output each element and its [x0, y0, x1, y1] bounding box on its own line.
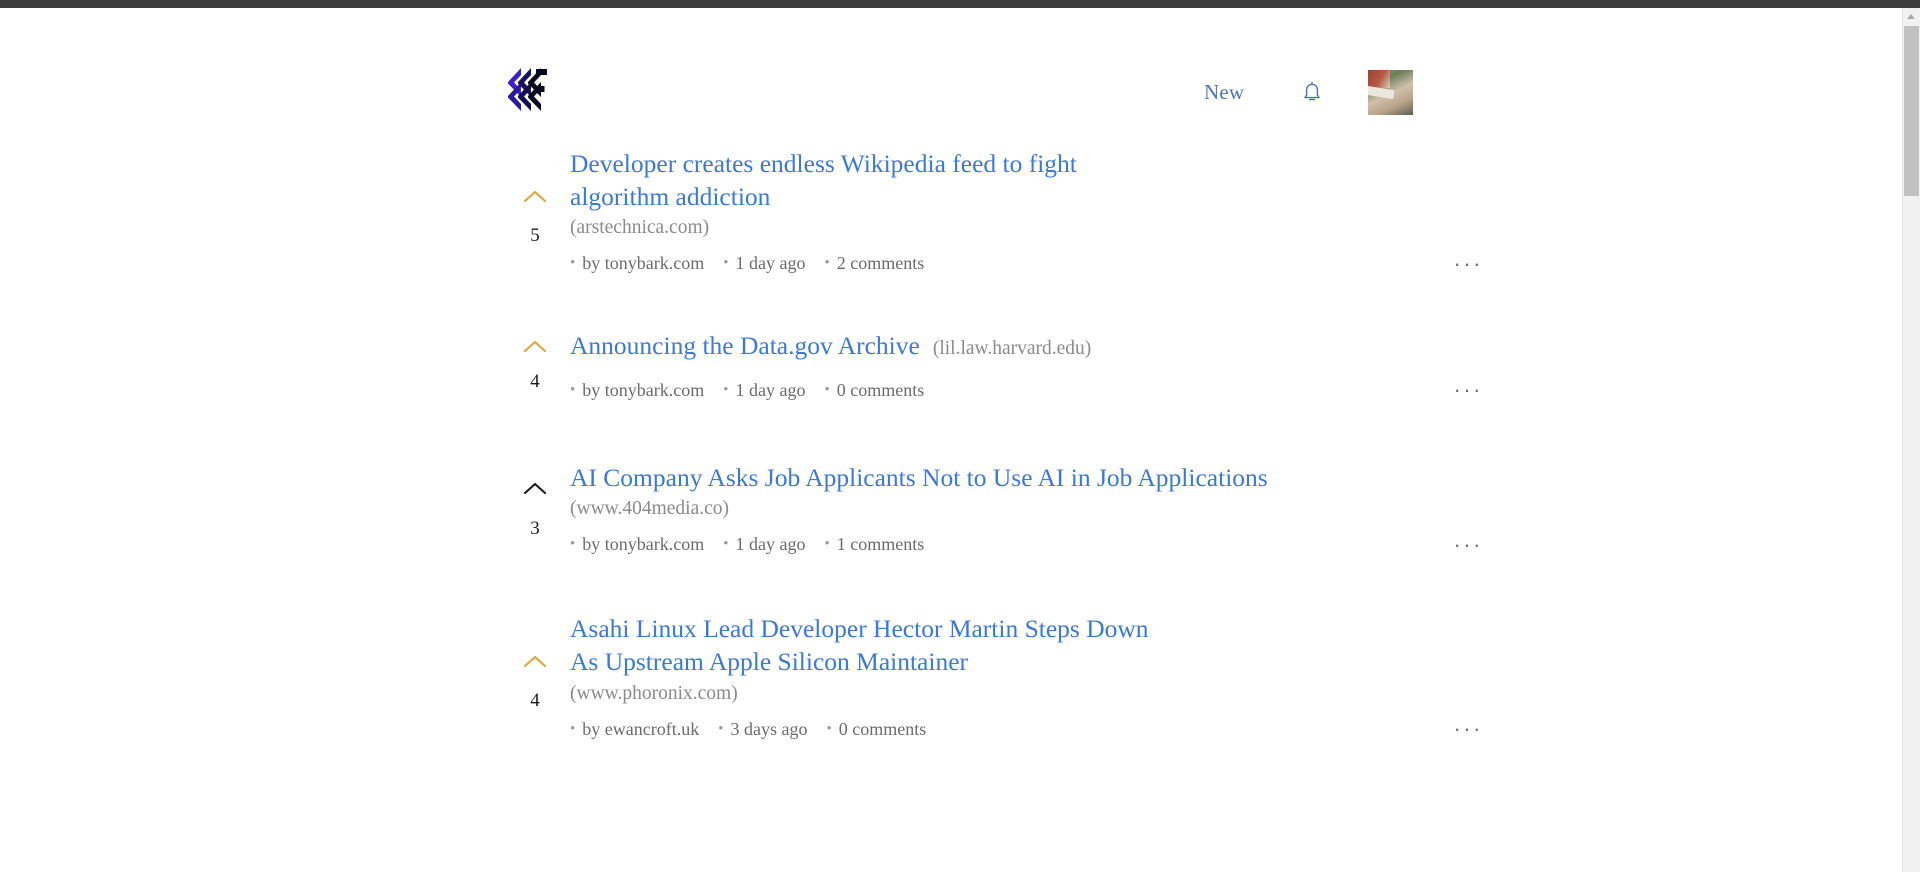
bullet-separator: •	[570, 720, 576, 737]
bullet-separator: •	[570, 381, 576, 398]
post-title-link[interactable]: AI Company Asks Job Applicants Not to Us…	[570, 463, 1268, 492]
scrollbar-up-arrow[interactable]	[1903, 8, 1920, 25]
post-meta: • by tonybark.com • 1 day ago • 1 commen…	[570, 533, 1863, 556]
post-age: 3 days ago	[730, 718, 808, 739]
flux-chevron-logo-icon	[508, 68, 547, 111]
bullet-separator: •	[570, 255, 576, 272]
bullet-separator: •	[718, 720, 724, 737]
post-author[interactable]: by ewancroft.uk	[582, 719, 699, 740]
post-comments-link[interactable]: 0 comments	[839, 719, 927, 740]
bullet-separator: •	[826, 720, 832, 737]
bullet-separator: •	[824, 255, 830, 272]
bullet-separator: •	[824, 536, 830, 553]
bullet-separator: •	[723, 536, 729, 553]
upvote-button[interactable]	[522, 653, 548, 669]
post-comments-link[interactable]: 0 comments	[837, 380, 925, 401]
post-title-link[interactable]: Announcing the Data.gov Archive	[570, 331, 920, 360]
vote-column: 3	[500, 462, 570, 538]
bell-icon	[1304, 81, 1321, 100]
upvote-button[interactable]	[522, 188, 548, 204]
post-body: Asahi Linux Lead Developer Hector Martin…	[570, 613, 1903, 739]
chevron-up-icon	[523, 190, 547, 202]
post-title-link[interactable]: Asahi Linux Lead Developer Hector Martin…	[570, 614, 1149, 676]
post-title-link[interactable]: Developer creates endless Wikipedia feed…	[570, 149, 1077, 211]
post-more-menu[interactable]: ···	[1454, 252, 1483, 275]
post-score: 4	[530, 690, 540, 712]
chevron-up-icon	[523, 340, 547, 352]
post-meta: • by ewancroft.uk • 3 days ago • 0 comme…	[570, 718, 1863, 740]
post-author[interactable]: by tonybark.com	[582, 253, 704, 274]
avatar[interactable]	[1368, 69, 1414, 115]
post-age: 1 day ago	[735, 379, 806, 400]
chevron-up-icon	[523, 655, 547, 667]
post-row: 3 AI Company Asks Job Applicants Not to …	[0, 462, 1903, 556]
post-score: 3	[530, 517, 540, 539]
post-title-line: Developer creates endless Wikipedia feed…	[570, 148, 1170, 241]
post-body: Announcing the Data.gov Archive (lil.law…	[570, 330, 1903, 401]
post-row: 5 Developer creates endless Wikipedia fe…	[0, 148, 1903, 274]
post-comments-link[interactable]: 2 comments	[837, 253, 925, 274]
site-logo[interactable]	[506, 65, 554, 117]
upvote-button[interactable]	[522, 481, 548, 497]
post-domain: (arstechnica.com)	[570, 217, 710, 239]
vote-column: 5	[500, 148, 570, 245]
post-title-line: Announcing the Data.gov Archive (lil.law…	[570, 330, 1863, 363]
post-title-line: Asahi Linux Lead Developer Hector Martin…	[570, 613, 1150, 706]
post-more-menu[interactable]: ···	[1454, 379, 1483, 401]
post-row: 4 Announcing the Data.gov Archive (lil.l…	[0, 330, 1903, 401]
bullet-separator: •	[723, 255, 729, 272]
bullet-separator: •	[824, 381, 830, 398]
page-viewport: New 5 Developer creates endless Wikipedi…	[0, 8, 1903, 872]
site-header: New	[0, 55, 1903, 125]
header-nav: New	[1180, 65, 1470, 119]
post-domain: (www.404media.co)	[570, 498, 730, 520]
post-author[interactable]: by tonybark.com	[582, 380, 704, 401]
vote-column: 4	[500, 613, 570, 710]
post-score: 5	[530, 225, 540, 246]
post-row: 4 Asahi Linux Lead Developer Hector Mart…	[0, 613, 1903, 740]
post-comments-link[interactable]: 1 comments	[837, 534, 925, 555]
post-domain: (lil.law.harvard.edu)	[932, 338, 1092, 360]
post-author[interactable]: by tonybark.com	[582, 534, 704, 555]
post-age: 1 day ago	[735, 534, 806, 555]
vertical-scrollbar[interactable]	[1902, 8, 1920, 872]
nav-link-new[interactable]: New	[1204, 80, 1244, 105]
bullet-separator: •	[723, 381, 729, 398]
scrollbar-thumb[interactable]	[1904, 26, 1919, 196]
post-title-line: AI Company Asks Job Applicants Not to Us…	[570, 462, 1863, 523]
post-body: AI Company Asks Job Applicants Not to Us…	[570, 462, 1903, 556]
vote-column: 4	[500, 330, 570, 391]
post-body: Developer creates endless Wikipedia feed…	[570, 148, 1903, 274]
bullet-separator: •	[570, 536, 576, 553]
post-meta: • by tonybark.com • 1 day ago • 2 commen…	[570, 252, 1863, 275]
post-more-menu[interactable]: ···	[1454, 718, 1483, 740]
post-meta: • by tonybark.com • 1 day ago • 0 commen…	[570, 379, 1863, 401]
post-feed: 5 Developer creates endless Wikipedia fe…	[0, 148, 1903, 740]
post-more-menu[interactable]: ···	[1454, 533, 1483, 556]
browser-chrome-strip	[0, 0, 1920, 8]
post-score: 4	[530, 371, 540, 393]
notifications-button[interactable]	[1302, 81, 1322, 104]
chevron-up-icon	[523, 483, 547, 495]
post-age: 1 day ago	[735, 253, 806, 274]
post-domain: (www.phoronix.com)	[570, 682, 738, 704]
upvote-button[interactable]	[522, 338, 548, 354]
